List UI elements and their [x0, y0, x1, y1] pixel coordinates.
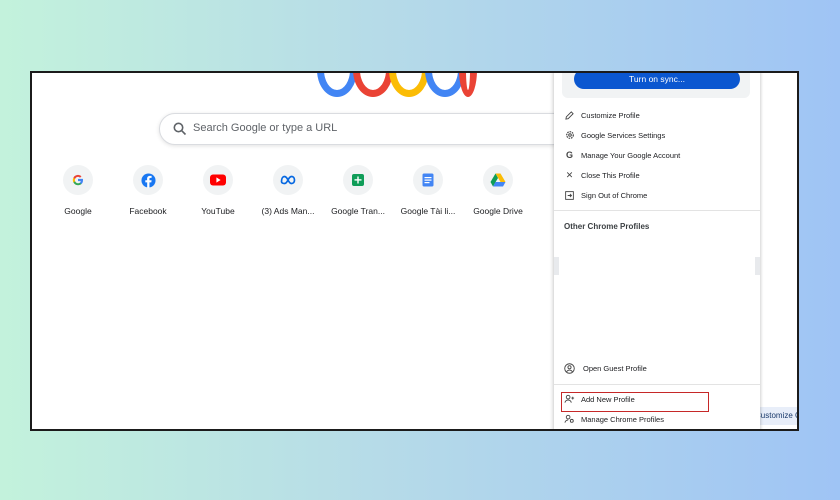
browser-window: Search Google or type a URL Google Faceb… [30, 71, 799, 431]
highlight-box [561, 392, 709, 412]
pencil-icon [564, 110, 575, 121]
menu-item-open-guest-profile[interactable]: Open Guest Profile [564, 360, 647, 376]
shortcut-youtube[interactable]: YouTube [182, 165, 254, 216]
shortcut-ads-manager[interactable]: (3) Ads Man... [252, 165, 324, 216]
shortcut-label: Facebook [129, 206, 167, 216]
other-profiles-heading: Other Chrome Profiles [564, 222, 650, 231]
menu-item-close-profile[interactable]: ✕ Close This Profile [564, 167, 640, 183]
shortcut-label: Google [64, 206, 92, 216]
shortcut-label: Google Tran... [331, 206, 385, 216]
google-g-icon [72, 174, 83, 186]
google-g-icon: G [565, 150, 573, 160]
shortcut-google[interactable]: Google [42, 165, 114, 216]
search-input[interactable]: Search Google or type a URL [193, 122, 337, 134]
menu-item-label: Google Services Settings [581, 130, 666, 140]
menu-divider [554, 384, 760, 385]
search-box[interactable]: Search Google or type a URL [159, 113, 581, 145]
shortcut-label: Google Drive [473, 206, 523, 216]
sign-out-icon [564, 190, 575, 201]
menu-item-google-services-settings[interactable]: Google Services Settings [564, 127, 665, 143]
shortcut-label: Google Tài li... [400, 206, 456, 216]
menu-item-sign-out[interactable]: Sign Out of Chrome [564, 187, 647, 203]
menu-item-customize-profile[interactable]: Customize Profile [564, 107, 640, 123]
google-sheets-icon [352, 174, 364, 186]
scroll-right-handle[interactable] [755, 257, 760, 275]
shortcut-facebook[interactable]: Facebook [112, 165, 184, 216]
facebook-icon [140, 172, 156, 188]
menu-item-label: Customize Profile [581, 110, 640, 120]
customize-chrome-button[interactable]: Customize C [755, 407, 797, 425]
close-icon: ✕ [565, 169, 574, 180]
youtube-icon [210, 174, 226, 186]
search-icon [173, 122, 187, 136]
menu-item-label: Close This Profile [581, 170, 640, 180]
manage-profiles-icon [564, 414, 575, 425]
google-drive-icon [490, 173, 506, 187]
shortcut-label: YouTube [201, 206, 235, 216]
settings-icon [564, 130, 575, 141]
shortcut-google-docs[interactable]: Google Tài li... [392, 165, 464, 216]
menu-item-manage-chrome-profiles[interactable]: Manage Chrome Profiles [564, 411, 664, 427]
menu-item-manage-google-account[interactable]: G Manage Your Google Account [564, 147, 680, 163]
menu-item-label: Manage Chrome Profiles [581, 414, 664, 424]
google-docs-icon [422, 173, 434, 187]
shortcut-google-drive[interactable]: Google Drive [462, 165, 534, 216]
shortcut-label: (3) Ads Man... [261, 206, 315, 216]
menu-divider [554, 210, 760, 211]
profile-menu: Turn on sync... Customize Profile Google… [554, 73, 760, 429]
meta-icon [280, 175, 296, 185]
guest-profile-icon [564, 362, 575, 374]
google-logo [317, 73, 477, 97]
shortcut-google-sheets[interactable]: Google Tran... [322, 165, 394, 216]
menu-item-label: Sign Out of Chrome [581, 190, 648, 200]
turn-on-sync-button[interactable]: Turn on sync... [574, 73, 740, 89]
menu-item-label: Manage Your Google Account [581, 150, 681, 160]
sync-card: Turn on sync... [562, 73, 750, 98]
menu-item-label: Open Guest Profile [583, 363, 647, 373]
scroll-left-handle[interactable] [554, 257, 559, 275]
